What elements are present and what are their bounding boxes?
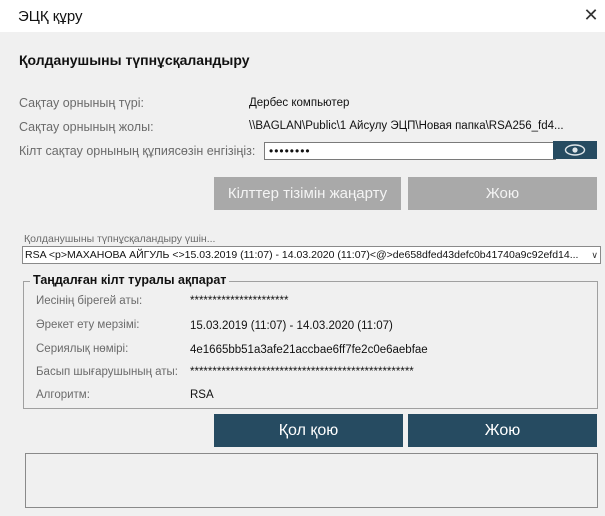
key-select-dropdown[interactable]: RSA <p>МАХАНОВА АЙГУЛЬ <>15.03.2019 (11:…	[22, 246, 601, 264]
delete-button[interactable]: Жою	[408, 414, 597, 447]
owner-value: **********************	[190, 295, 289, 307]
key-info-title: Таңдалған кілт туралы ақпарат	[30, 273, 230, 287]
validity-value: 15.03.2019 (11:07) - 14.03.2020 (11:07)	[190, 320, 393, 332]
algorithm-value: RSA	[190, 389, 214, 401]
close-icon[interactable]: ✕	[581, 5, 601, 25]
sign-dialog: ЭЦҚ құру ✕ Қолданушыны түпнұсқаландыру С…	[0, 0, 605, 516]
eye-icon	[564, 144, 586, 156]
storage-type-value: Дербес компьютер	[249, 97, 350, 109]
owner-label: Иесінің бірегей аты:	[36, 295, 143, 307]
section-title: Қолданушыны түпнұсқаландыру	[19, 52, 250, 68]
serial-value: 4e1665bb51a3afe21accbae6ff7fe2c0e6aebfae	[190, 344, 428, 356]
validity-label: Әрекет ету мерзімі:	[36, 319, 140, 331]
title-bar: ЭЦҚ құру ✕	[0, 0, 605, 32]
key-select-value: RSA <p>МАХАНОВА АЙГУЛЬ <>15.03.2019 (11:…	[25, 249, 579, 261]
storage-path-value: \\BAGLAN\Public\1 Айсулу ЭЦП\Новая папка…	[249, 120, 564, 132]
serial-label: Сериялық нөмірі:	[36, 343, 129, 355]
storage-path-label: Сақтау орнының жолы:	[19, 120, 154, 134]
algorithm-label: Алгоритм:	[36, 389, 90, 401]
key-select-hint: Қолданушыны түпнұсқаландыру үшін...	[24, 233, 216, 245]
status-log-box	[25, 453, 598, 508]
show-password-button[interactable]	[553, 141, 597, 159]
delete-key-button[interactable]: Жою	[408, 177, 597, 210]
sign-button[interactable]: Қол қою	[214, 414, 403, 447]
issuer-value: ****************************************…	[190, 366, 414, 378]
chevron-down-icon: ∨	[591, 250, 598, 260]
issuer-label: Басып шығарушының аты:	[36, 366, 179, 378]
refresh-keys-button[interactable]: Кілттер тізімін жаңарту	[214, 177, 401, 210]
password-label: Кілт сақтау орнының құпиясөзін енгізіңіз…	[19, 144, 256, 158]
window-title: ЭЦҚ құру	[18, 8, 83, 25]
storage-type-label: Сақтау орнының түрі:	[19, 96, 144, 110]
password-input[interactable]: ••••••••	[264, 142, 556, 160]
